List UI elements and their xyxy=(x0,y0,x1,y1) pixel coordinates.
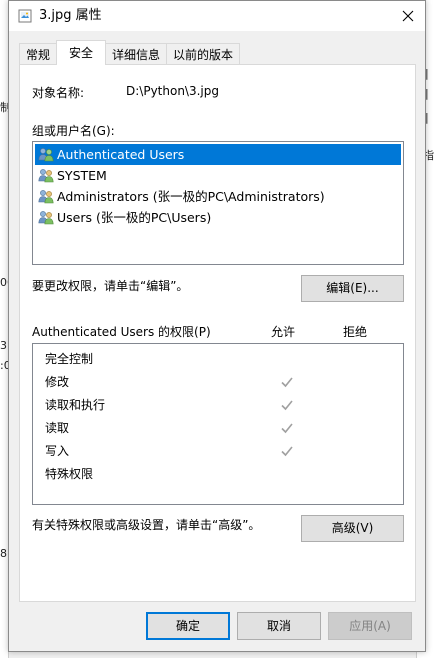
permission-name: 特殊权限 xyxy=(45,467,94,481)
cancel-button[interactable]: 取消 xyxy=(237,612,321,640)
close-button[interactable] xyxy=(395,3,421,29)
advanced-button[interactable]: 高级(V) xyxy=(301,515,404,542)
list-item[interactable]: Authenticated Users xyxy=(35,144,401,165)
ok-button[interactable]: 确定 xyxy=(146,612,230,640)
permission-name: 完全控制 xyxy=(45,352,94,366)
permission-row: 读取和执行 xyxy=(45,396,390,414)
background-fragment: 8 xyxy=(0,547,7,560)
permissions-for-label: Authenticated Users 的权限(P) xyxy=(32,325,211,339)
checkmark-icon xyxy=(281,446,293,457)
user-group-icon xyxy=(38,169,54,183)
deny-column-header: 拒绝 xyxy=(343,325,368,339)
change-permissions-hint: 要更改权限，请单击“编辑”。 xyxy=(32,279,189,293)
permission-row: 特殊权限 xyxy=(45,465,390,483)
permission-row: 修改 xyxy=(45,373,390,391)
advanced-settings-hint: 有关特殊权限或高级设置，请单击“高级”。 xyxy=(32,518,261,532)
permission-name: 读取 xyxy=(45,421,70,435)
tab-previous-versions[interactable]: 以前的版本 xyxy=(166,43,241,65)
list-item-label: Administrators (张一极的PC\Administrators) xyxy=(57,189,325,204)
object-name-label: 对象名称: xyxy=(32,86,85,100)
permissions-list[interactable]: 完全控制 修改 读取和执行 读取 写入 特殊权限 xyxy=(32,343,404,505)
checkmark-icon xyxy=(281,423,293,434)
tab-security[interactable]: 安全 xyxy=(56,40,107,65)
user-group-icon xyxy=(38,211,54,225)
user-group-icon xyxy=(38,148,54,162)
checkmark-icon xyxy=(281,400,293,411)
permission-row: 读取 xyxy=(45,419,390,437)
list-item-label: Users (张一极的PC\Users) xyxy=(57,210,212,225)
tab-details[interactable]: 详细信息 xyxy=(105,43,168,65)
list-item-label: Authenticated Users xyxy=(57,147,185,162)
user-group-icon xyxy=(38,190,54,204)
list-item[interactable]: SYSTEM xyxy=(35,165,401,186)
list-item[interactable]: Administrators (张一极的PC\Administrators) xyxy=(35,186,401,207)
allow-column-header: 允许 xyxy=(271,325,296,339)
permission-row: 写入 xyxy=(45,442,390,460)
security-tab-panel: 对象名称: D:\Python\3.jpg 组或用户名(G): Authenti… xyxy=(19,64,416,602)
permission-name: 写入 xyxy=(45,444,70,458)
list-item-label: SYSTEM xyxy=(57,168,107,183)
properties-dialog: 3.jpg 属性 常规 安全 详细信息 以前的版本 对象名称: D:\Pytho… xyxy=(8,0,426,652)
title-bar[interactable]: 3.jpg 属性 xyxy=(9,1,425,31)
group-user-list[interactable]: Authenticated Users SYSTEM Administrator… xyxy=(32,141,404,265)
image-file-icon xyxy=(18,9,32,23)
tab-general[interactable]: 常规 xyxy=(19,43,58,65)
permission-row: 完全控制 xyxy=(45,350,390,368)
edit-button[interactable]: 编辑(E)... xyxy=(301,275,404,302)
permission-name: 读取和执行 xyxy=(45,398,106,412)
object-name-value: D:\Python\3.jpg xyxy=(126,84,219,98)
list-item[interactable]: Users (张一极的PC\Users) xyxy=(35,207,401,228)
permission-name: 修改 xyxy=(45,375,70,389)
close-icon xyxy=(402,10,414,22)
background-fragment: 3 xyxy=(0,339,7,352)
group-list-label: 组或用户名(G): xyxy=(32,124,115,138)
checkmark-icon xyxy=(281,377,293,388)
tab-strip: 常规 安全 详细信息 以前的版本 xyxy=(19,40,241,65)
apply-button[interactable]: 应用(A) xyxy=(328,612,412,640)
window-title: 3.jpg 属性 xyxy=(39,8,102,23)
